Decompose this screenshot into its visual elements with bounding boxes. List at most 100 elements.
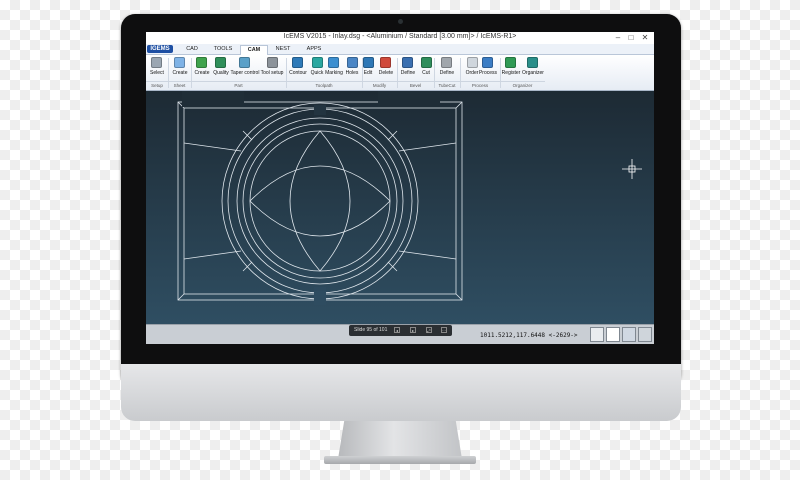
app-menu-button[interactable]: IGEMS: [147, 45, 173, 53]
inner-frame: [183, 107, 457, 295]
holes-icon: [346, 57, 358, 68]
close-button[interactable]: ✕: [640, 32, 650, 43]
drawing-canvas[interactable]: [146, 91, 654, 324]
crosshair-cursor-icon: [622, 159, 642, 179]
organizer-icon: [527, 57, 539, 68]
slide-counter: Slide 95 of 101: [354, 327, 388, 333]
tool-label: Marking: [325, 70, 343, 76]
outer-ring-circle: [221, 102, 419, 300]
tab-cad[interactable]: CAD: [179, 45, 205, 54]
outer-frame: [177, 101, 463, 301]
next-slide-icon[interactable]: ▸: [410, 327, 416, 333]
horizontal-lens: [249, 165, 391, 237]
maximize-button[interactable]: □: [626, 32, 636, 43]
register-icon: [505, 57, 517, 68]
group-label-organizer: Organizer: [500, 81, 545, 90]
middle-ring-circle: [236, 117, 404, 285]
previous-slide-icon[interactable]: ◂: [394, 327, 400, 333]
contour-icon: [292, 57, 304, 68]
tool-button-cut[interactable]: Cut: [417, 57, 435, 81]
frame-corner: [455, 293, 463, 301]
slide-toolbar: Slide 95 of 101 ◂ ▸ ⤢ ⋯: [349, 325, 452, 336]
tool-button-define[interactable]: Define: [398, 57, 417, 81]
quick-icon: [311, 57, 323, 68]
tool-button-tool-setup[interactable]: Tool setup: [256, 57, 288, 81]
coordinates-readout: 1011.5212,117.6448 <-2629->: [480, 332, 578, 339]
tool-setup-icon: [266, 57, 278, 68]
tool-label: Select: [150, 70, 164, 76]
options-icon[interactable]: ⋯: [441, 327, 447, 333]
tab-cam[interactable]: CAM: [240, 45, 268, 55]
sheet-icon: [174, 57, 186, 68]
tool-label: Tool setup: [260, 70, 284, 76]
ribbon: Setup Sheet Part Toolpath Modify Bevel T…: [146, 55, 654, 91]
blank-view-icon[interactable]: [606, 327, 620, 342]
marking-icon: [328, 57, 340, 68]
monitor-chin: [121, 364, 681, 421]
grid-icon[interactable]: [638, 327, 652, 342]
window-title: IcEMS V2015 - Inlay.dsg - <Aluminium / S…: [283, 33, 517, 40]
tab-tools[interactable]: TOOLS: [208, 45, 238, 54]
tool-label: Edit: [363, 70, 373, 76]
tool-label: Define: [400, 70, 416, 76]
tool-button-process[interactable]: Process: [477, 57, 499, 81]
document-icon[interactable]: [590, 327, 604, 342]
group-label-bevel: Bevel: [397, 81, 434, 90]
tool-label: Delete: [378, 70, 394, 76]
tool-button-select[interactable]: Select: [147, 57, 166, 81]
define-tubecut-icon: [441, 57, 453, 68]
vertical-lens: [289, 130, 351, 272]
tool-label: Organizer: [522, 70, 544, 76]
segment-line: [398, 250, 457, 260]
cad-drawing: [177, 91, 642, 305]
tool-label: Create: [172, 70, 188, 76]
fullscreen-icon[interactable]: ⤢: [426, 327, 432, 333]
group-label-process: Process: [460, 81, 500, 90]
tool-button-edit[interactable]: Edit: [359, 57, 377, 81]
taper-icon: [239, 57, 251, 68]
tool-label: Contour: [289, 70, 307, 76]
group-label-part: Part: [191, 81, 286, 90]
arrow-cursor-icon: [151, 57, 163, 68]
ribbon-tabs: IGEMS CAD TOOLS CAM NEST APPS: [146, 44, 654, 55]
inner-ring-circle: [242, 123, 398, 279]
outer-ring-inner-circle: [227, 108, 413, 294]
tool-label: Define: [439, 70, 455, 76]
group-label-toolpath: Toolpath: [286, 81, 362, 90]
process-icon: [482, 57, 494, 68]
frame-gap: [182, 91, 244, 107]
frame-gap: [378, 91, 440, 107]
tool-button-create[interactable]: Create: [192, 57, 211, 81]
group-label-modify: Modify: [362, 81, 397, 90]
frame-corner: [455, 101, 463, 109]
webcam-icon: [398, 19, 403, 24]
tool-label: Cut: [422, 70, 430, 76]
minimize-button[interactable]: –: [613, 32, 623, 43]
define-bevel-icon: [402, 57, 414, 68]
segment-line: [183, 142, 242, 152]
part-icon: [196, 57, 208, 68]
snap-icon[interactable]: [622, 327, 636, 342]
tool-button-contour[interactable]: Contour: [287, 57, 309, 81]
tab-nest[interactable]: NEST: [269, 45, 297, 54]
tool-button-create[interactable]: Create: [170, 57, 189, 81]
segment-line: [183, 250, 242, 260]
tool-button-define[interactable]: Define: [437, 57, 456, 81]
tool-label: Process: [478, 70, 498, 76]
group-label-tubecut: TubeCut: [434, 81, 460, 90]
edit-icon: [362, 57, 374, 68]
tab-apps[interactable]: APPS: [300, 45, 328, 54]
tool-button-delete[interactable]: Delete: [376, 57, 395, 81]
tool-label: Create: [194, 70, 210, 76]
tool-button-marking[interactable]: Marking: [323, 57, 345, 81]
group-label-sheet: Sheet: [168, 81, 191, 90]
ring-gap: [314, 105, 326, 115]
screen: IcEMS V2015 - Inlay.dsg - <Aluminium / S…: [146, 32, 654, 344]
monitor-stand: [338, 421, 462, 459]
frame-gap: [314, 291, 326, 305]
frame-corner: [177, 293, 185, 301]
tool-button-organizer[interactable]: Organizer: [519, 57, 548, 81]
delete-icon: [380, 57, 392, 68]
cut-icon: [420, 57, 432, 68]
group-label-setup: Setup: [146, 81, 168, 90]
